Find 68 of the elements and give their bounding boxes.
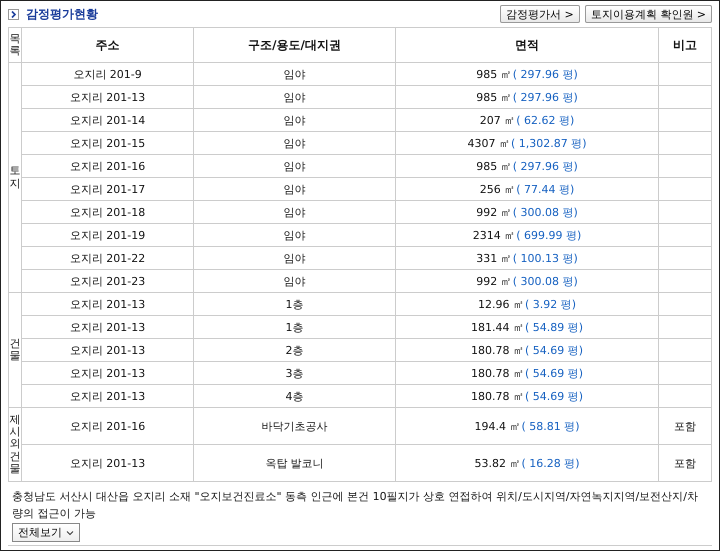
table-cell: 180.78 ㎡( 54.69 평) (396, 362, 658, 384)
table-cell: 985 ㎡( 297.96 평) (396, 86, 658, 108)
table-cell: 오지리 201-13 (22, 338, 194, 362)
table-cell: 오지리 201-13 (22, 316, 194, 338)
table-cell: 포함 (658, 444, 712, 482)
table-cell: 180.78 ㎡( 54.69 평) (396, 384, 658, 408)
table-cell: 오지리 201-13 (22, 444, 194, 482)
column-header: 주소 (22, 28, 194, 62)
description-text: 충청남도 서산시 대산읍 오지리 소재 "오지보건진료소" 동측 인근에 본건 10필지가 상호 연접하여 위치/도시지역/자연녹지지역/보전산지/차량의 접근이 가능 (12, 489, 699, 522)
table-cell: 임야 (194, 62, 396, 86)
table-cell: 181.44 ㎡( 54.89 평) (396, 316, 658, 338)
table-cell: 992 ㎡( 300.08 평) (396, 200, 658, 224)
table-cell: 207 ㎡( 62.62 평) (396, 108, 658, 132)
caret-icon (66, 530, 74, 536)
column-header: 목록 (8, 28, 22, 62)
table-cell: 임야 (194, 200, 396, 224)
table-cell: 2314 ㎡( 699.99 평) (396, 224, 658, 246)
table-cell: 오지리 201-13 (22, 384, 194, 408)
group-label: 제시외건물 (8, 408, 22, 482)
table-cell: 임야 (194, 270, 396, 292)
section-title: 감정평가현황 (26, 6, 98, 22)
table-cell: 오지리 201-9 (22, 62, 194, 86)
table-cell: 오지리 201-13 (22, 362, 194, 384)
table-cell: 오지리 201-17 (22, 178, 194, 200)
table-cell: 임야 (194, 86, 396, 108)
column-header: 비고 (658, 28, 712, 62)
column-header: 구조/용도/대지권 (194, 28, 396, 62)
table-cell: 오지리 201-16 (22, 408, 194, 444)
document-button[interactable]: 토지이용계획 확인원 > (584, 5, 712, 23)
table-cell: 옥탑 발코니 (194, 444, 396, 482)
column-header: 면적 (396, 28, 658, 62)
table-cell: 임야 (194, 154, 396, 178)
table-cell: 오지리 201-18 (22, 200, 194, 224)
table-cell: 3층 (194, 362, 396, 384)
group-label: 건물 (8, 292, 22, 408)
table-cell: 985 ㎡( 297.96 평) (396, 154, 658, 178)
table-cell: 2층 (194, 338, 396, 362)
table-cell: 4층 (194, 384, 396, 408)
table-cell: 992 ㎡( 300.08 평) (396, 270, 658, 292)
table-cell: 임야 (194, 132, 396, 154)
table-cell: 포함 (658, 408, 712, 444)
table-cell: 256 ㎡( 77.44 평) (396, 178, 658, 200)
chevron-icon (8, 8, 19, 20)
table-cell: 오지리 201-19 (22, 224, 194, 246)
table-cell: 오지리 201-23 (22, 270, 194, 292)
table-cell: 오지리 201-15 (22, 132, 194, 154)
view-all-button[interactable]: 전체보기 (12, 523, 80, 542)
table-cell: 12.96 ㎡( 3.92 평) (396, 292, 658, 316)
table-cell: 1층 (194, 316, 396, 338)
table-cell: 331 ㎡( 100.13 평) (396, 246, 658, 270)
table-cell: 임야 (194, 108, 396, 132)
table-cell: 194.4 ㎡( 58.81 평) (396, 408, 658, 444)
table-cell: 985 ㎡( 297.96 평) (396, 62, 658, 86)
table-cell: 임야 (194, 246, 396, 270)
table-cell: 4307 ㎡( 1,302.87 평) (396, 132, 658, 154)
table-cell: 180.78 ㎡( 54.69 평) (396, 338, 658, 362)
table-cell: 오지리 201-13 (22, 292, 194, 316)
table-cell: 바닥기초공사 (194, 408, 396, 444)
table-cell: 오지리 201-16 (22, 154, 194, 178)
table-cell: 53.82 ㎡( 16.28 평) (396, 444, 658, 482)
table-cell: 임야 (194, 178, 396, 200)
document-button[interactable]: 감정평가서 > (500, 5, 580, 23)
table-cell: 임야 (194, 224, 396, 246)
group-label: 토지 (8, 62, 22, 292)
table-cell: 오지리 201-22 (22, 246, 194, 270)
table-cell: 오지리 201-13 (22, 86, 194, 108)
table-cell: 1층 (194, 292, 396, 316)
table-cell: 오지리 201-14 (22, 108, 194, 132)
